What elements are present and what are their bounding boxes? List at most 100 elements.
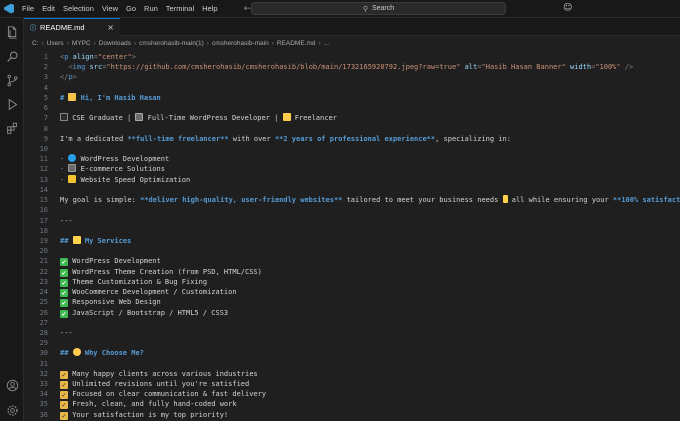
code-token: all while ensuring your bbox=[507, 196, 613, 205]
line-number: 2 bbox=[43, 63, 48, 72]
account-icon[interactable] bbox=[0, 373, 24, 397]
explorer-icon[interactable] bbox=[0, 20, 24, 44]
breadcrumb-item[interactable]: ... bbox=[324, 40, 329, 47]
code-line: 3 </p> bbox=[24, 72, 680, 82]
bulb-emoji-icon bbox=[72, 348, 81, 357]
line-number: 25 bbox=[39, 298, 48, 307]
check-mark-icon: ✔ bbox=[60, 289, 68, 298]
code-line: 24 ✔ WooCommerce Development / Customizat… bbox=[24, 287, 680, 298]
code-line: 36 ✓ Your satisfaction is my top priority… bbox=[24, 410, 680, 420]
search-sidebar-icon[interactable] bbox=[0, 44, 24, 68]
breadcrumb-item[interactable]: Downloads bbox=[99, 40, 131, 47]
line-content: ✓ Focused on clear communication & fast … bbox=[60, 389, 267, 400]
code-token: Full-Time WordPress Developer | bbox=[143, 114, 283, 123]
line-content: ✓ Many happy clients across various indu… bbox=[60, 369, 258, 379]
tools-emoji-icon bbox=[72, 235, 81, 244]
checkbox-icon: ✓ bbox=[60, 381, 68, 390]
line-number: 6 bbox=[43, 104, 48, 113]
search-icon: ⚲ bbox=[362, 4, 368, 13]
check-mark-icon: ✔ bbox=[60, 268, 68, 277]
code-token: , specializing in: bbox=[435, 134, 511, 143]
code-token: Responsive Web Design bbox=[68, 298, 161, 307]
code-token: WordPress Theme Creation (from PSD, HTML… bbox=[68, 267, 262, 276]
breadcrumb-separator: › bbox=[206, 40, 209, 47]
code-token: **deliver high-quality, user-friendly we… bbox=[140, 196, 343, 205]
menu-item-view[interactable]: View bbox=[98, 0, 122, 18]
run-debug-icon[interactable] bbox=[0, 92, 24, 116]
close-icon[interactable]: × bbox=[107, 23, 114, 32]
breadcrumb-item[interactable]: MYPC bbox=[72, 40, 91, 47]
code-token: Freelancer bbox=[290, 114, 337, 123]
line-number: 13 bbox=[39, 175, 48, 184]
copilot-icon[interactable]: ☺ bbox=[563, 3, 572, 13]
code-line: 27 bbox=[24, 318, 680, 328]
line-number: 8 bbox=[43, 124, 48, 133]
checkbox-icon: ✓ bbox=[60, 391, 68, 400]
breadcrumb-item[interactable]: C: bbox=[32, 40, 39, 47]
line-content: - E-commerce Solutions bbox=[60, 164, 165, 174]
breadcrumb-item[interactable]: README.md bbox=[277, 40, 316, 47]
code-line: 32 ✓ Many happy clients across various in… bbox=[24, 369, 680, 379]
settings-gear-icon[interactable] bbox=[0, 398, 24, 421]
source-control-icon[interactable] bbox=[0, 68, 24, 92]
code-token: Focused on clear communication & fast de… bbox=[68, 390, 267, 399]
code-token: Fresh, clean, and fully hand-coded work bbox=[68, 400, 237, 409]
tab-readme[interactable]: ⓘ README.md × bbox=[24, 18, 120, 36]
code-line: 10 bbox=[24, 144, 680, 154]
line-number: 18 bbox=[39, 226, 48, 235]
code-token: /> bbox=[624, 63, 634, 72]
menu-item-help[interactable]: Help bbox=[198, 0, 221, 18]
code-token: Your satisfaction is my top priority! bbox=[68, 410, 229, 419]
line-content: ✔ Theme Customization & Bug Fixing bbox=[60, 277, 207, 287]
line-number: 11 bbox=[39, 155, 48, 164]
code-line: 34 ✓ Focused on clear communication & fas… bbox=[24, 389, 680, 400]
check-mark-icon: ✔ bbox=[60, 278, 68, 287]
code-line: 23 ✔ Theme Customization & Bug Fixing bbox=[24, 277, 680, 287]
line-content: ✔ WooCommerce Development / Customizatio… bbox=[60, 287, 237, 298]
code-line: 8 bbox=[24, 124, 680, 134]
code-line: 29 bbox=[24, 338, 680, 348]
code-line: 15 My goal is simple: **deliver high-qual… bbox=[24, 195, 680, 205]
code-token: Theme Customization & Bug Fixing bbox=[68, 277, 208, 286]
menu-item-edit[interactable]: Edit bbox=[38, 0, 59, 18]
line-number: 31 bbox=[39, 359, 48, 368]
breadcrumb-item[interactable]: cmsherohasib-main(1) bbox=[139, 40, 204, 47]
breadcrumb-separator: › bbox=[93, 40, 96, 47]
breadcrumb-item[interactable]: Users bbox=[47, 40, 64, 47]
line-content: ✓ Fresh, clean, and fully hand-coded wor… bbox=[60, 399, 237, 410]
line-number: 9 bbox=[43, 134, 48, 143]
code-token: **100% satisfaction** bbox=[612, 196, 680, 205]
menu-item-selection[interactable]: Selection bbox=[59, 0, 98, 18]
line-content: I'm a dedicated **full-time freelancer**… bbox=[60, 134, 511, 144]
code-token: Website Speed Optimization bbox=[76, 175, 191, 184]
line-content: </p> bbox=[60, 72, 77, 82]
cap-emoji-icon bbox=[60, 113, 68, 122]
code-line: 4 bbox=[24, 83, 680, 93]
editor-tab-bar: ⓘ README.md × bbox=[24, 18, 680, 36]
menu-item-terminal[interactable]: Terminal bbox=[162, 0, 198, 18]
breadcrumb-item[interactable]: cmsherohasib-main bbox=[212, 40, 269, 47]
menu-item-go[interactable]: Go bbox=[122, 0, 140, 18]
check-mark-icon: ✔ bbox=[60, 299, 68, 308]
code-token: Hi, I'm Hasib Hasan bbox=[76, 93, 161, 102]
menu-bar: File Edit Selection View Go Run Terminal Help bbox=[18, 0, 222, 18]
line-number: 1 bbox=[43, 53, 48, 61]
code-token: with over bbox=[228, 134, 275, 143]
command-center-search[interactable]: ⚲ Search bbox=[251, 2, 506, 15]
markdown-icon: ⓘ bbox=[30, 25, 37, 32]
check-mark-icon: ✔ bbox=[60, 309, 68, 318]
line-number: 35 bbox=[39, 400, 48, 409]
search-label: Search bbox=[371, 5, 395, 12]
code-token: My goal is simple: bbox=[60, 196, 141, 205]
menu-item-run[interactable]: Run bbox=[140, 0, 162, 18]
code-line: 14 bbox=[24, 185, 680, 195]
code-editor[interactable]: 1 <p align="center"> 2 <img src="https://g… bbox=[24, 50, 680, 421]
extensions-icon[interactable] bbox=[0, 116, 24, 140]
code-token: E-commerce Solutions bbox=[76, 165, 165, 174]
code-line: 20 bbox=[24, 246, 680, 256]
back-arrow-icon[interactable]: ← bbox=[244, 4, 252, 14]
code-token: Unlimited revisions until you're satisfi… bbox=[68, 380, 250, 389]
line-content: --- bbox=[60, 216, 73, 226]
menu-item-file[interactable]: File bbox=[18, 0, 38, 18]
checkbox-icon: ✓ bbox=[60, 370, 68, 379]
